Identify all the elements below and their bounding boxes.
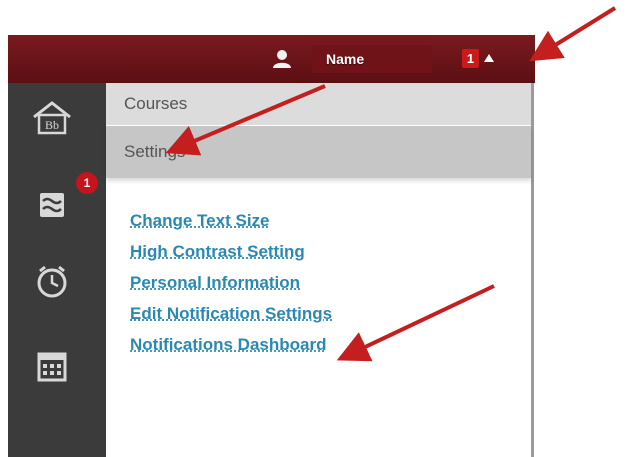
- arrow-to-caret: [529, 6, 617, 62]
- arrow-to-edit-notification-settings: [336, 284, 495, 362]
- arrow-to-settings-tab: [165, 84, 326, 156]
- annotation-arrows: [165, 6, 617, 362]
